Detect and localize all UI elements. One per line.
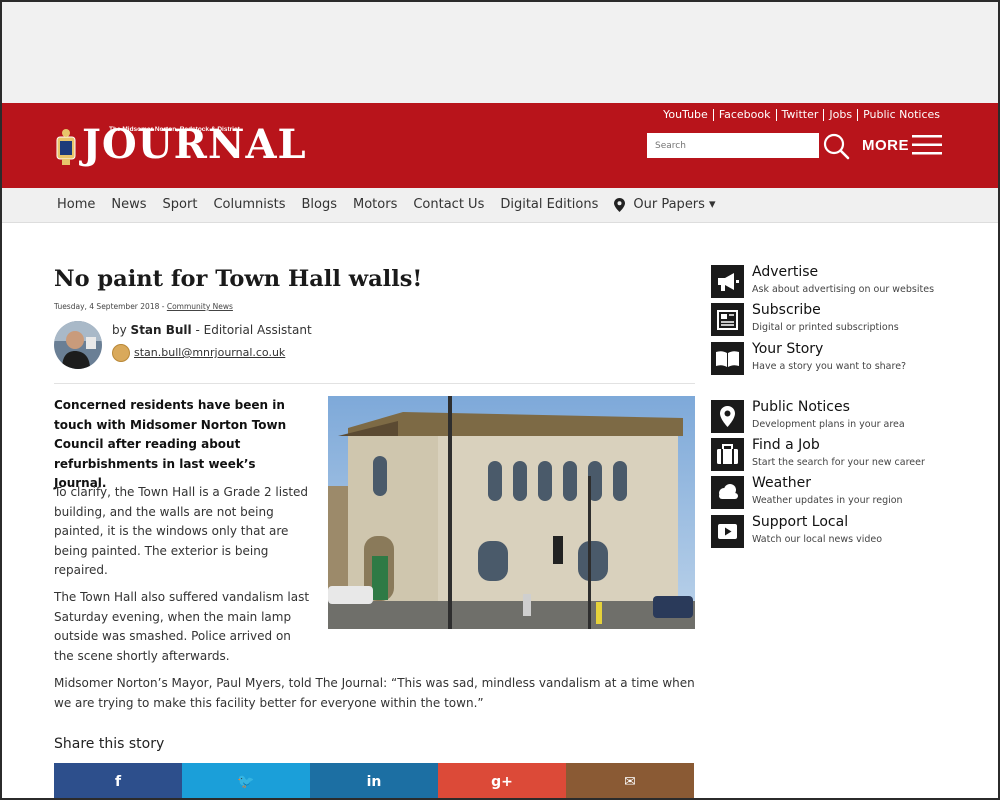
share-facebook-button[interactable]: f bbox=[54, 763, 182, 800]
megaphone-icon bbox=[711, 265, 744, 298]
top-links: YouTube Facebook Twitter Jobs Public Not… bbox=[658, 109, 940, 121]
map-pin-icon bbox=[711, 400, 744, 433]
share-email-button[interactable]: ✉ bbox=[566, 763, 694, 800]
by-prefix: by bbox=[112, 323, 131, 337]
article-meta: Tuesday, 4 September 2018 - Community Ne… bbox=[54, 302, 233, 311]
main-nav: Home News Sport Columnists Blogs Motors … bbox=[2, 188, 998, 223]
sidebar-item-subtitle: Development plans in your area bbox=[752, 419, 905, 430]
article-date: Tuesday, 4 September 2018 bbox=[54, 302, 160, 311]
author-byline: by Stan Bull - Editorial Assistant bbox=[112, 323, 312, 337]
author-avatar bbox=[54, 321, 102, 369]
twitter-icon: 🐦 bbox=[237, 773, 255, 790]
facebook-icon: f bbox=[114, 773, 122, 790]
sidebar-item-title: Advertise bbox=[752, 264, 819, 280]
book-icon bbox=[711, 342, 744, 375]
nav-item-sport[interactable]: Sport bbox=[163, 197, 198, 212]
search-input[interactable] bbox=[647, 133, 819, 158]
advertisement-banner bbox=[2, 2, 998, 103]
sidebar-item-title: Weather bbox=[752, 475, 811, 491]
article-category-link[interactable]: Community News bbox=[167, 302, 233, 311]
divider bbox=[54, 383, 695, 384]
town-hall-photo bbox=[328, 396, 695, 629]
sidebar-item-subtitle: Start the search for your new career bbox=[752, 457, 925, 468]
hamburger-menu-icon[interactable] bbox=[912, 134, 942, 156]
search-icon[interactable] bbox=[822, 132, 850, 160]
sidebar-item-subtitle: Digital or printed subscriptions bbox=[752, 322, 899, 333]
top-link-youtube[interactable]: YouTube bbox=[658, 109, 714, 121]
nav-item-blogs[interactable]: Blogs bbox=[301, 197, 337, 212]
nav-item-motors[interactable]: Motors bbox=[353, 197, 397, 212]
crest-logo-icon bbox=[56, 129, 76, 165]
top-link-twitter[interactable]: Twitter bbox=[777, 109, 825, 121]
sidebar-item-title: Find a Job bbox=[752, 437, 820, 453]
sidebar-item-title: Your Story bbox=[752, 341, 824, 357]
nav-item-columnists[interactable]: Columnists bbox=[213, 197, 285, 212]
email-icon bbox=[112, 344, 130, 362]
author-email-link[interactable]: stan.bull@mnrjournal.co.uk bbox=[134, 346, 285, 359]
video-icon bbox=[711, 515, 744, 548]
nav-item-news[interactable]: News bbox=[111, 197, 146, 212]
sidebar-item-title: Subscribe bbox=[752, 302, 821, 318]
sidebar-item-title: Public Notices bbox=[752, 399, 850, 415]
briefcase-icon bbox=[711, 438, 744, 471]
googleplus-icon: g+ bbox=[491, 773, 513, 790]
sidebar-item-subtitle: Ask about advertising on our websites bbox=[752, 284, 935, 295]
newspaper-icon bbox=[711, 303, 744, 336]
logo-title[interactable]: JOURNAL bbox=[82, 121, 307, 169]
nav-item-our-papers[interactable]: Our Papers ▾ bbox=[614, 197, 716, 212]
email-share-icon: ✉ bbox=[624, 773, 636, 790]
map-pin-icon bbox=[614, 197, 626, 212]
article-title: No paint for Town Hall walls! bbox=[54, 266, 423, 292]
nav-item-contact-us[interactable]: Contact Us bbox=[413, 197, 484, 212]
our-papers-label: Our Papers ▾ bbox=[633, 197, 716, 212]
share-twitter-button[interactable]: 🐦 bbox=[182, 763, 310, 800]
share-googleplus-button[interactable]: g+ bbox=[438, 763, 566, 800]
article-paragraph: To clarify, the Town Hall is a Grade 2 l… bbox=[54, 485, 309, 577]
article-lead: Concerned residents have been in touch w… bbox=[54, 398, 287, 490]
sidebar-item-subtitle: Have a story you want to share? bbox=[752, 361, 907, 372]
linkedin-icon: in bbox=[366, 773, 382, 790]
share-linkedin-button[interactable]: in bbox=[310, 763, 438, 800]
top-link-jobs[interactable]: Jobs bbox=[824, 109, 859, 121]
sidebar-item-title: Support Local bbox=[752, 514, 849, 530]
nav-item-digital-editions[interactable]: Digital Editions bbox=[500, 197, 598, 212]
site-header: The Midsomer Norton, Radstock & District… bbox=[2, 103, 998, 188]
sidebar-item-subtitle: Weather updates in your region bbox=[752, 495, 903, 506]
author-role: - Editorial Assistant bbox=[191, 323, 312, 337]
top-link-public-notices[interactable]: Public Notices bbox=[858, 109, 940, 121]
article-paragraph: Midsomer Norton’s Mayor, Paul Myers, tol… bbox=[54, 676, 695, 710]
meta-separator: - bbox=[159, 302, 167, 311]
top-link-facebook[interactable]: Facebook bbox=[714, 109, 777, 121]
nav-item-home[interactable]: Home bbox=[57, 197, 95, 212]
sidebar-item-subtitle: Watch our local news video bbox=[752, 534, 883, 545]
share-title: Share this story bbox=[54, 736, 165, 752]
author-name[interactable]: Stan Bull bbox=[131, 323, 192, 337]
more-button[interactable]: MORE bbox=[862, 137, 909, 154]
cloud-icon bbox=[711, 476, 744, 509]
article-paragraph: The Town Hall also suffered vandalism la… bbox=[54, 590, 310, 663]
